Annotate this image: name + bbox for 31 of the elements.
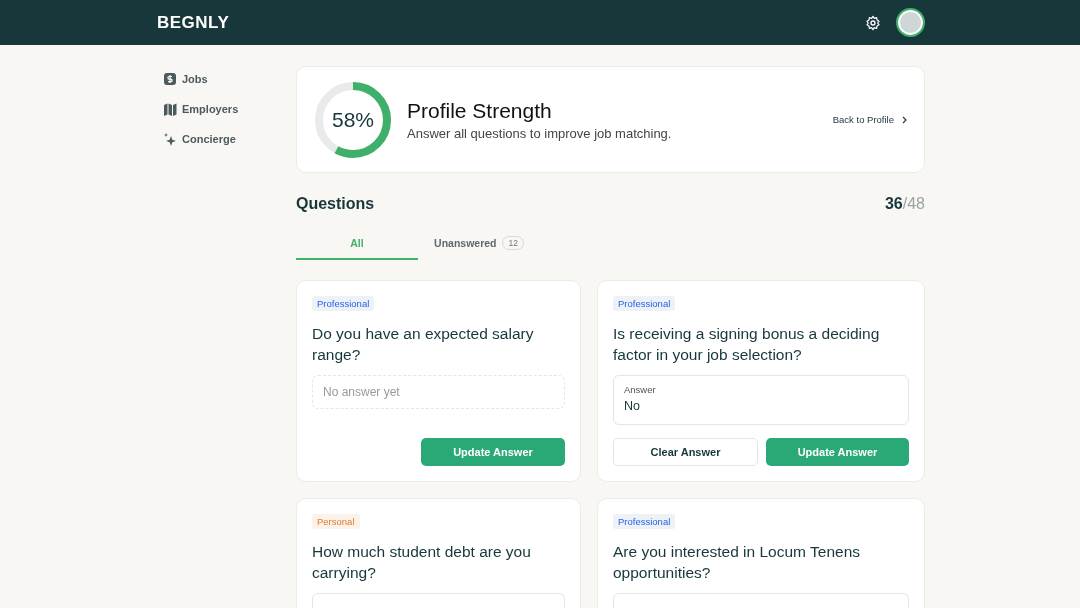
answered-count: 36 xyxy=(884,195,903,212)
category-tag: Professional xyxy=(312,296,375,311)
clear-button[interactable]: Clear Answer xyxy=(613,438,758,466)
sidebar-item[interactable]: Employers xyxy=(163,101,296,117)
avatar[interactable] xyxy=(896,8,925,37)
sparkle-icon xyxy=(163,131,177,147)
answer-field[interactable]: No answer yet xyxy=(312,375,565,409)
answer-field[interactable]: Answer No xyxy=(613,375,909,425)
field-value: No xyxy=(624,399,641,413)
category-tag: Professional xyxy=(613,514,676,529)
card-subtitle: Answer all questions to improve job matching. xyxy=(407,125,673,141)
settings-icon[interactable] xyxy=(865,14,881,31)
category-tag: Professional xyxy=(613,296,676,311)
question-text: Are you interested in Locum Tenens opportunities? xyxy=(613,542,861,583)
dollar-icon xyxy=(163,71,177,87)
total-count: /48 xyxy=(902,195,925,212)
tab[interactable]: Unanswered 12 xyxy=(418,235,540,260)
percent-value: 58% xyxy=(331,107,375,132)
card-title: Profile Strength xyxy=(407,98,553,123)
question-text: Is receiving a signing bonus a deciding factor in your job selection? xyxy=(613,324,881,365)
question-text: How much student debt are you carrying? xyxy=(312,542,532,583)
map-icon xyxy=(163,101,177,117)
category-tag: Personal xyxy=(312,514,360,529)
chevron-right-icon xyxy=(901,115,908,124)
sidebar-item[interactable]: Jobs xyxy=(163,71,296,87)
logo[interactable]: BEGNLY xyxy=(157,12,230,33)
section-title: Questions xyxy=(296,195,375,213)
field-label: Answer xyxy=(624,384,657,395)
sidebar-item[interactable]: Concierge xyxy=(163,131,296,147)
back-link[interactable]: Back to Profile xyxy=(832,114,908,125)
question-text: Do you have an expected salary range? xyxy=(312,324,535,365)
